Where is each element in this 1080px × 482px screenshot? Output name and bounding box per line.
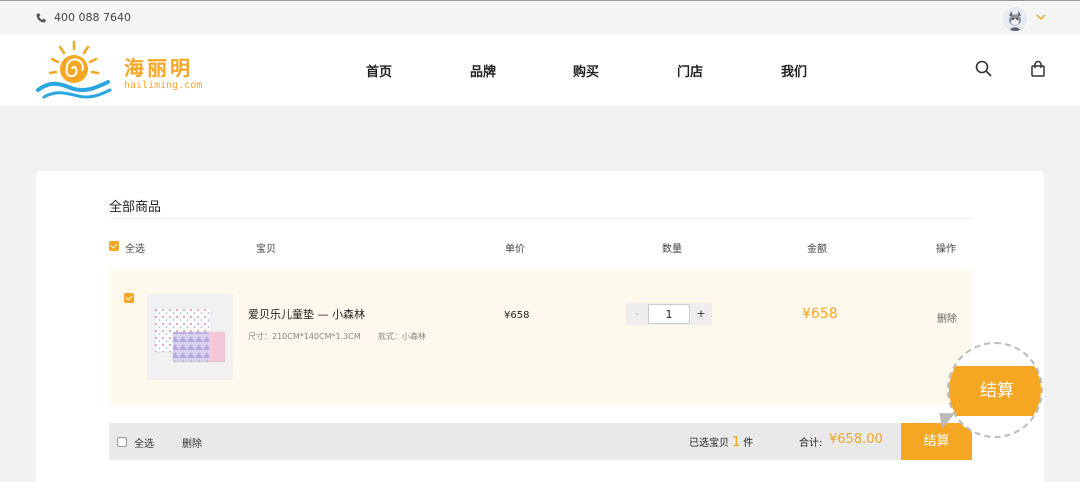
product-thumbnail[interactable] — [147, 294, 233, 380]
selected-prefix: 已选宝贝 — [689, 438, 729, 449]
checkout-zoom-callout: 结算 — [947, 342, 1043, 438]
avatar[interactable] — [1003, 7, 1027, 31]
total-label: 合计: — [799, 438, 823, 449]
cart-panel: 全部商品 全选 宝贝 单价 数量 金额 操作 爱贝乐儿童垫 — 小森林 尺寸：2… — [36, 171, 1044, 482]
nav-stores[interactable]: 门店 — [677, 61, 703, 80]
checkout-button[interactable]: 结算 — [901, 423, 972, 460]
header-unit-price: 单价 — [505, 244, 525, 255]
header-quantity: 数量 — [662, 244, 682, 255]
unit-price: ¥658 — [504, 310, 530, 321]
phone-icon — [36, 13, 46, 22]
quantity-input[interactable] — [648, 304, 690, 324]
header-item: 宝贝 — [256, 244, 276, 255]
shopping-bag-icon[interactable] — [1030, 60, 1046, 77]
item-amount: ¥658 — [802, 306, 838, 322]
product-name[interactable]: 爱贝乐儿童垫 — 小森林 — [248, 306, 365, 322]
brand-name[interactable]: 海丽明 — [124, 52, 193, 81]
zoomed-checkout-button[interactable]: 结算 — [949, 366, 1041, 416]
avatar-icon — [1003, 7, 1027, 31]
top-bar: 400 088 7640 — [0, 0, 1080, 34]
nav-home[interactable]: 首页 — [366, 61, 392, 80]
divider — [109, 218, 972, 219]
section-title: 全部商品 — [109, 200, 162, 215]
decrease-quantity-button[interactable]: - — [626, 303, 648, 325]
delete-item-link[interactable]: 删除 — [937, 310, 957, 325]
header-select-all[interactable]: 全选 — [125, 240, 145, 255]
item-checkbox[interactable] — [124, 293, 134, 303]
product-style: 款式：小森林 — [378, 332, 426, 341]
play-mat-image — [154, 307, 226, 363]
nav-buy[interactable]: 购买 — [573, 61, 599, 80]
header-amount: 金额 — [807, 244, 827, 255]
chevron-down-icon[interactable] — [1036, 13, 1046, 21]
footer-select-all-label[interactable]: 全选 — [134, 435, 154, 450]
selected-number: 1 — [732, 435, 741, 450]
search-icon[interactable] — [975, 60, 992, 77]
selected-count: 已选宝贝 1 件 — [689, 434, 753, 450]
footer-delete-link[interactable]: 删除 — [182, 435, 202, 450]
cart-footer-bar: 全选 删除 已选宝贝 1 件 合计: ¥658.00 结算 — [109, 423, 972, 460]
total-value: ¥658.00 — [829, 432, 883, 447]
phone-number: 400 088 7640 — [54, 11, 131, 24]
footer-select-all-checkbox[interactable] — [117, 437, 127, 447]
nav-about[interactable]: 我们 — [781, 61, 807, 80]
phone-contact: 400 088 7640 — [36, 11, 131, 24]
increase-quantity-button[interactable]: + — [690, 303, 712, 325]
cart-item-row: 爱贝乐儿童垫 — 小森林 尺寸：210CM*140CM*1.3CM 款式：小森林… — [109, 269, 972, 404]
selected-suffix: 件 — [743, 438, 754, 449]
product-size: 尺寸：210CM*140CM*1.3CM — [248, 332, 361, 341]
brand-domain: hailiming.com — [124, 80, 203, 91]
quantity-stepper: - + — [626, 303, 712, 325]
nav-brand[interactable]: 品牌 — [470, 61, 496, 80]
site-header: 海丽明 hailiming.com 首页 品牌 购买 门店 我们 — [0, 34, 1080, 106]
header-action: 操作 — [936, 244, 956, 255]
select-all-checkbox[interactable] — [109, 241, 119, 251]
